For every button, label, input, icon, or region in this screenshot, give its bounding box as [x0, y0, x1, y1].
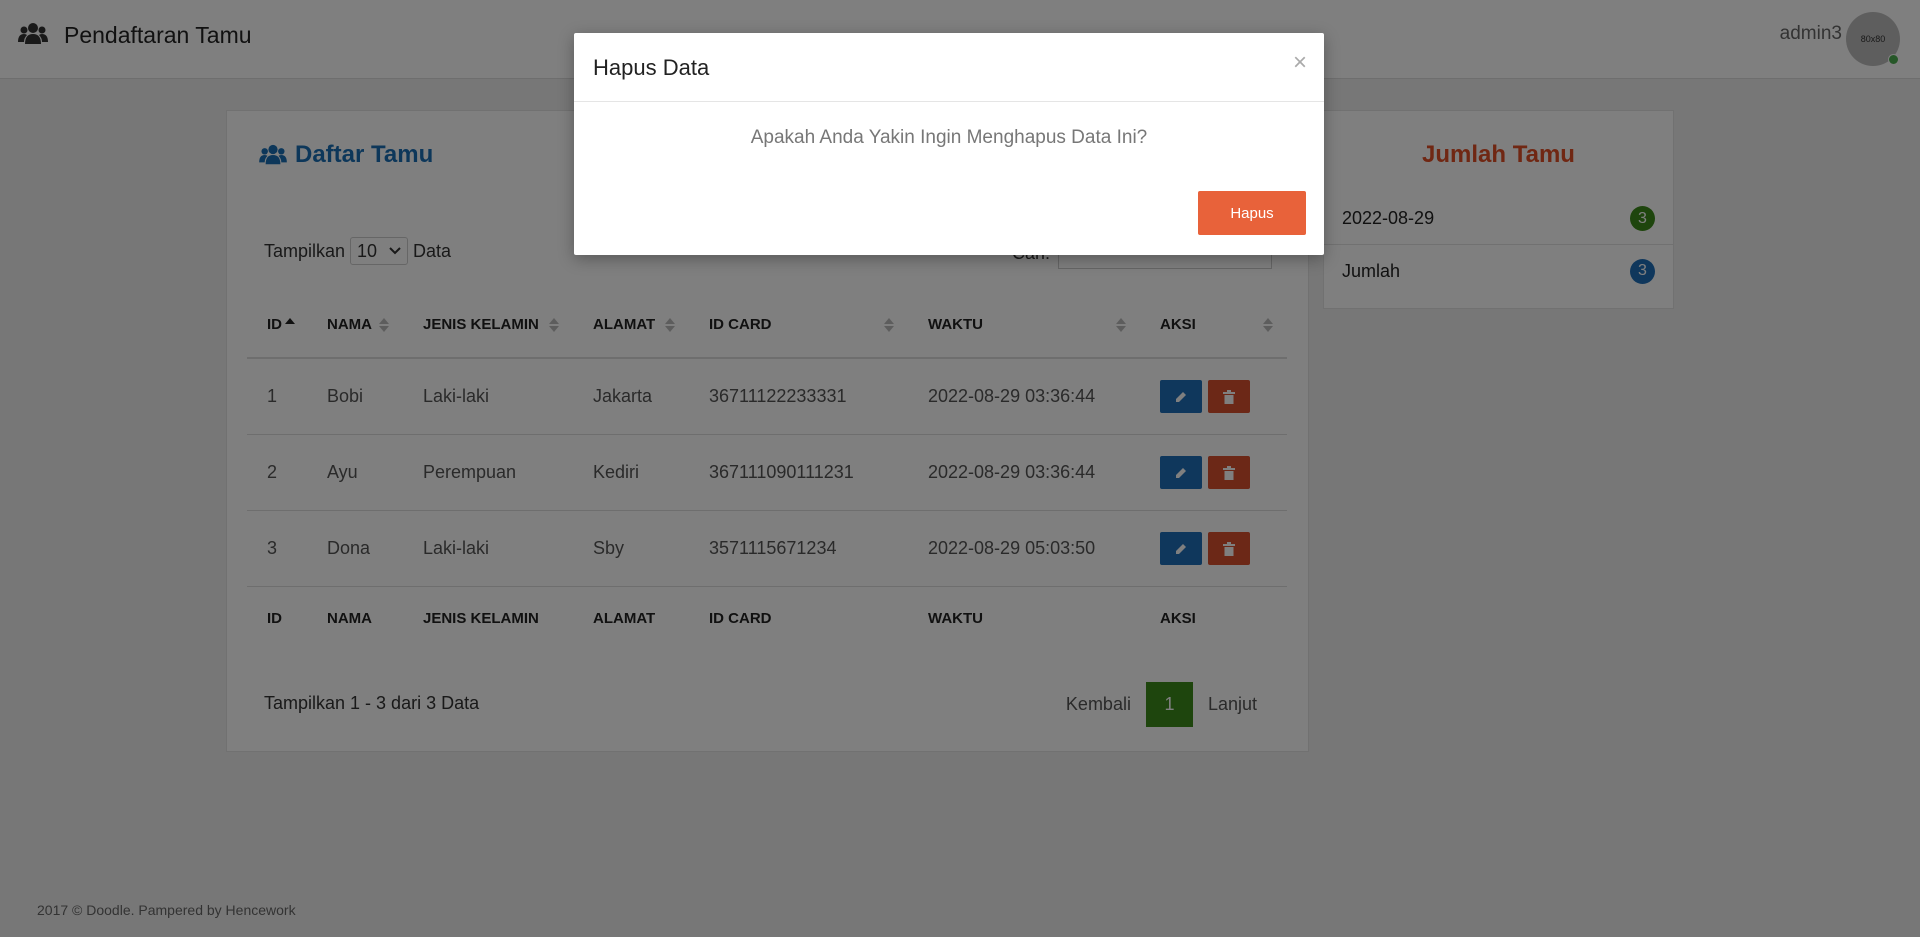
confirm-delete-button[interactable]: Hapus	[1198, 191, 1306, 235]
modal-title: Hapus Data	[593, 55, 710, 80]
delete-confirm-modal: Hapus Data × Apakah Anda Yakin Ingin Men…	[574, 33, 1324, 255]
close-icon[interactable]: ×	[1293, 49, 1307, 77]
modal-header: Hapus Data ×	[574, 33, 1324, 102]
modal-message: Apakah Anda Yakin Ingin Menghapus Data I…	[750, 127, 1148, 148]
